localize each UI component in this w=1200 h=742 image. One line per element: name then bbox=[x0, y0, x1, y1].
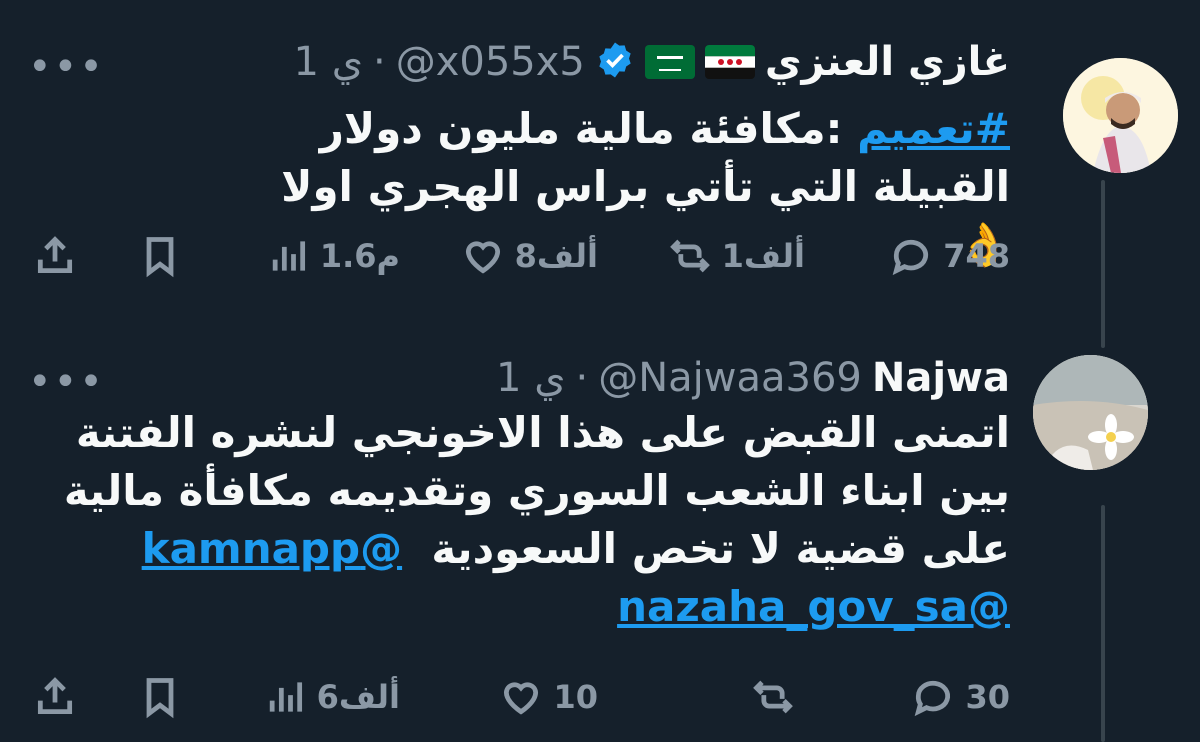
views-count: 1.6م bbox=[319, 237, 400, 275]
tweet-text-line: @nazaha_gov_sa bbox=[50, 578, 1010, 636]
saudi-flag-icon bbox=[644, 45, 695, 79]
more-options-icon[interactable]: ••• bbox=[28, 47, 105, 87]
timestamp[interactable]: 1 ي bbox=[294, 39, 363, 85]
handle[interactable]: @Najwaa369 bbox=[598, 355, 862, 401]
bookmark-icon bbox=[146, 237, 174, 278]
handle[interactable]: @x055x5 bbox=[396, 39, 585, 85]
reply-icon bbox=[892, 239, 929, 276]
verified-badge-icon bbox=[595, 40, 635, 84]
retweet-button[interactable]: 1ألف bbox=[668, 234, 805, 278]
tweet-actions: 748 1ألف 8ألف 1.6م bbox=[0, 234, 1200, 284]
tweet-text-line: #تعميم :مكافئة مالية مليون دولار bbox=[250, 100, 1010, 158]
mention-link[interactable]: @nazaha_gov_sa bbox=[617, 582, 1010, 631]
retweet-count: 1ألف bbox=[721, 237, 805, 275]
thread-connector bbox=[1101, 180, 1105, 348]
separator-dot: · bbox=[373, 39, 386, 85]
reply-icon bbox=[915, 680, 951, 717]
share-button[interactable] bbox=[33, 234, 77, 278]
reply-count: 30 bbox=[965, 678, 1010, 716]
reply-count: 748 bbox=[943, 237, 1010, 275]
views-button[interactable]: 1.6م bbox=[266, 234, 400, 278]
share-icon bbox=[37, 677, 73, 715]
timestamp[interactable]: 1 ي bbox=[496, 355, 565, 401]
thread-connector bbox=[1101, 505, 1105, 742]
retweet-icon bbox=[669, 239, 710, 273]
views-icon bbox=[272, 241, 305, 271]
share-button[interactable] bbox=[33, 675, 77, 719]
hashtag-link[interactable]: #تعميم bbox=[857, 104, 1010, 153]
tweet-header: غازي العنزي @x055x5 · 1 ي bbox=[294, 32, 1010, 92]
like-count: 10 bbox=[553, 678, 598, 716]
tweet-header: Najwa @Najwaa369 · 1 ي bbox=[496, 348, 1010, 408]
avatar-flower-icon bbox=[1033, 355, 1148, 470]
mention-link[interactable]: @kamnapp bbox=[142, 524, 402, 573]
display-name[interactable]: غازي العنزي bbox=[765, 39, 1010, 85]
tweet-text: اتمنى القبض على هذا الاخونجي لنشره الفتن… bbox=[50, 404, 1010, 636]
share-icon bbox=[37, 236, 73, 274]
tweet-text-fragment: :مكافئة مالية مليون دولار bbox=[319, 104, 858, 153]
tweet-text-fragment: القبيلة التي تأتي براس الهجري اولا bbox=[281, 162, 1010, 211]
like-count: 8ألف bbox=[514, 237, 598, 275]
syria-flag-icon bbox=[704, 45, 755, 79]
avatar[interactable] bbox=[1063, 58, 1178, 173]
heart-icon bbox=[465, 241, 500, 274]
separator-dot: · bbox=[575, 355, 589, 401]
bookmark-icon bbox=[146, 678, 174, 719]
heart-icon bbox=[504, 682, 539, 715]
display-name[interactable]: Najwa bbox=[872, 355, 1010, 401]
tweet-text-line: على قضية لا تخص السعودية @kamnapp bbox=[50, 520, 1010, 578]
more-options-icon[interactable]: ••• bbox=[28, 362, 105, 402]
retweet-icon bbox=[753, 680, 793, 714]
like-button[interactable]: 10 bbox=[499, 675, 598, 719]
tweet-text-line: اتمنى القبض على هذا الاخونجي لنشره الفتن… bbox=[75, 408, 1010, 457]
tweet-text-fragment: على قضية لا تخص السعودية bbox=[431, 524, 1010, 573]
bookmark-button[interactable] bbox=[138, 234, 182, 278]
avatar-person-icon bbox=[1063, 58, 1178, 173]
reply-button[interactable]: 30 bbox=[911, 675, 1010, 719]
bookmark-button[interactable] bbox=[138, 675, 182, 719]
views-button[interactable]: 6ألف bbox=[263, 675, 400, 719]
views-count: 6ألف bbox=[316, 678, 400, 716]
retweet-button[interactable] bbox=[751, 675, 805, 719]
reply-button[interactable]: 748 bbox=[889, 234, 1010, 278]
views-icon bbox=[269, 682, 302, 712]
like-button[interactable]: 8ألف bbox=[461, 234, 598, 278]
tweet-text-line: بين ابناء الشعب السوري وتقديمه مكافأة ما… bbox=[63, 466, 1010, 515]
tweet-actions: 30 10 6ألف bbox=[0, 675, 1200, 725]
avatar[interactable] bbox=[1033, 355, 1148, 470]
